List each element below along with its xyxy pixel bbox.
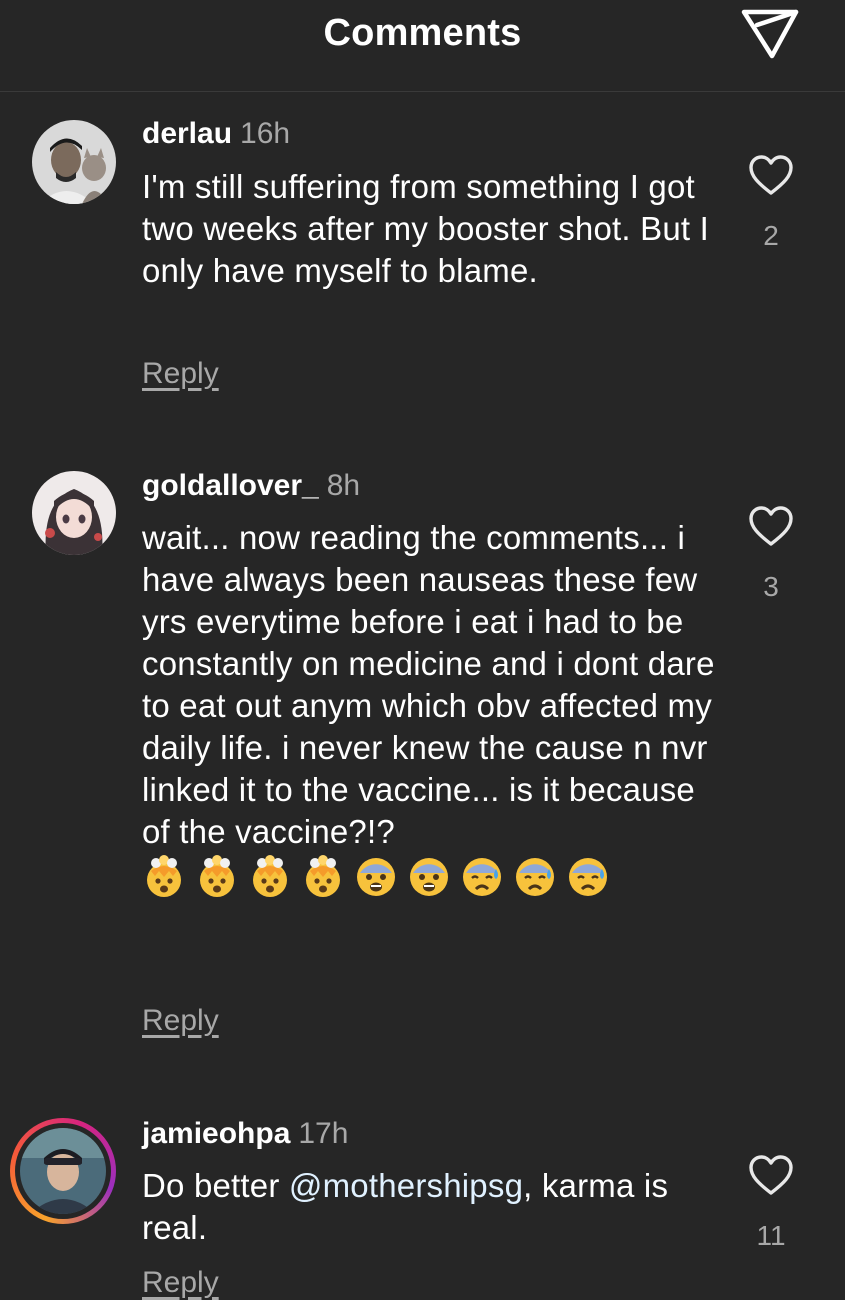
fearful-face-emoji: 😨: [357, 857, 395, 896]
anxious-sweat-face-emoji: 😰: [516, 857, 554, 896]
exploding-head-emoji: 🤯: [147, 854, 181, 897]
avatar[interactable]: [32, 471, 116, 555]
username[interactable]: goldallover_: [142, 469, 319, 502]
avatar: [20, 1128, 106, 1214]
reply-button[interactable]: Reply: [142, 357, 219, 391]
username[interactable]: derlau: [142, 117, 232, 150]
exploding-head-emoji: 🤯: [306, 854, 340, 897]
emoji-row: 🤯 🤯 🤯 🤯 😨 😨 😰 😰 😰: [142, 854, 619, 899]
avatar[interactable]: [32, 120, 116, 204]
comment-text: wait... now reading the comments... i ha…: [142, 517, 722, 899]
anxious-sweat-face-emoji: 😰: [569, 857, 607, 896]
like-count: 3: [763, 571, 779, 602]
timestamp: 16h: [240, 117, 291, 150]
exploding-head-emoji: 🤯: [200, 854, 234, 897]
heart-icon[interactable]: [748, 1154, 794, 1196]
story-ring-avatar[interactable]: [10, 1118, 116, 1224]
comment-text-body: wait... now reading the comments... i ha…: [142, 519, 715, 850]
comment-text: Do better @mothershipsg, karma is real.: [142, 1165, 722, 1249]
page-title: Comments: [323, 12, 522, 54]
like-count: 11: [756, 1220, 786, 1251]
reply-button[interactable]: Reply: [142, 1266, 219, 1300]
heart-icon[interactable]: [748, 505, 794, 547]
comment-meta: goldallover_ 8h: [142, 468, 360, 504]
exploding-head-emoji: 🤯: [253, 854, 287, 897]
heart-icon[interactable]: [748, 154, 794, 196]
username[interactable]: jamieohpa: [142, 1117, 290, 1150]
paper-plane-icon[interactable]: [738, 4, 802, 62]
comment-meta: jamieohpa 17h: [142, 1116, 348, 1152]
comment-text-start: Do better: [142, 1167, 289, 1204]
timestamp: 17h: [298, 1117, 349, 1150]
comment-meta: derlau 16h: [142, 116, 290, 152]
like-count: 2: [763, 220, 779, 251]
anxious-sweat-face-emoji: 😰: [463, 857, 501, 896]
comments-header: Comments: [0, 0, 845, 92]
comment-text: I'm still suffering from something I got…: [142, 168, 710, 289]
reply-button[interactable]: Reply: [142, 1004, 219, 1038]
timestamp: 8h: [326, 469, 361, 502]
mention-link[interactable]: @mothershipsg: [289, 1167, 523, 1204]
fearful-face-emoji: 😨: [410, 857, 448, 896]
